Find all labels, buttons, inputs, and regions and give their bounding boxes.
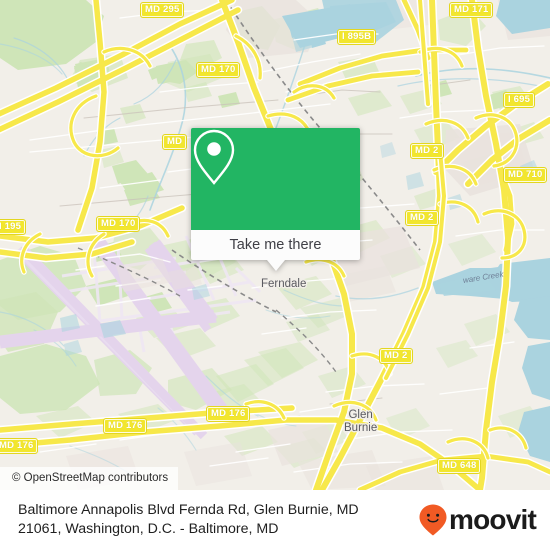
road-shield[interactable]: MD 295 [140, 2, 185, 18]
road-shield[interactable]: MD [162, 134, 188, 150]
map-attribution[interactable]: © OpenStreetMap contributors [0, 467, 179, 490]
road-shield[interactable]: I 895B [337, 29, 377, 45]
road-shield[interactable]: MD 176 [0, 438, 39, 454]
place-label-glen-burnie: Glen Burnie [344, 409, 378, 434]
footer-bar: Baltimore Annapolis Blvd Fernda Rd, Glen… [0, 490, 550, 550]
road-shield[interactable]: MD 2 [405, 210, 439, 226]
moovit-smiley-pin-icon [419, 504, 447, 536]
road-shield[interactable]: MD 176 [103, 418, 148, 434]
popup-tail [266, 260, 285, 271]
take-me-there-button[interactable]: Take me there [191, 230, 360, 260]
attribution-text: © OpenStreetMap contributors [12, 472, 169, 484]
road-shield[interactable]: I 695 [503, 92, 536, 108]
road-shield[interactable]: MD 2 [379, 348, 413, 364]
road-shield[interactable]: MD 2 [410, 143, 444, 159]
road-shield[interactable]: MD 170 [196, 62, 241, 78]
map-canvas[interactable]: .wtr { fill:#aad3df; } .wln { stroke:#aa… [0, 0, 550, 490]
take-me-there-label: Take me there [229, 237, 322, 253]
road-shield[interactable]: MD 648 [437, 458, 482, 474]
road-shield[interactable]: I 195 [0, 219, 27, 235]
address-line-1: Baltimore Annapolis Blvd Fernda Rd, Glen… [18, 502, 359, 518]
moovit-map-screenshot: .wtr { fill:#aad3df; } .wln { stroke:#aa… [0, 0, 550, 550]
address-line-2: 21061, Washington, D.C. - Baltimore, MD [18, 521, 279, 537]
location-popup-card[interactable]: Take me there [191, 128, 360, 271]
moovit-wordmark: moovit [449, 504, 537, 535]
place-label-ferndale: Ferndale [261, 278, 307, 290]
popup-header [191, 128, 360, 230]
map-pin-icon [193, 129, 235, 185]
road-shield[interactable]: MD 170 [96, 216, 141, 232]
road-shield[interactable]: MD 710 [503, 167, 548, 183]
road-shield[interactable]: MD 171 [449, 2, 494, 18]
address-block: Baltimore Annapolis Blvd Fernda Rd, Glen… [18, 501, 418, 539]
road-shield[interactable]: MD 176 [206, 406, 251, 422]
moovit-logo[interactable]: moovit [418, 503, 537, 537]
